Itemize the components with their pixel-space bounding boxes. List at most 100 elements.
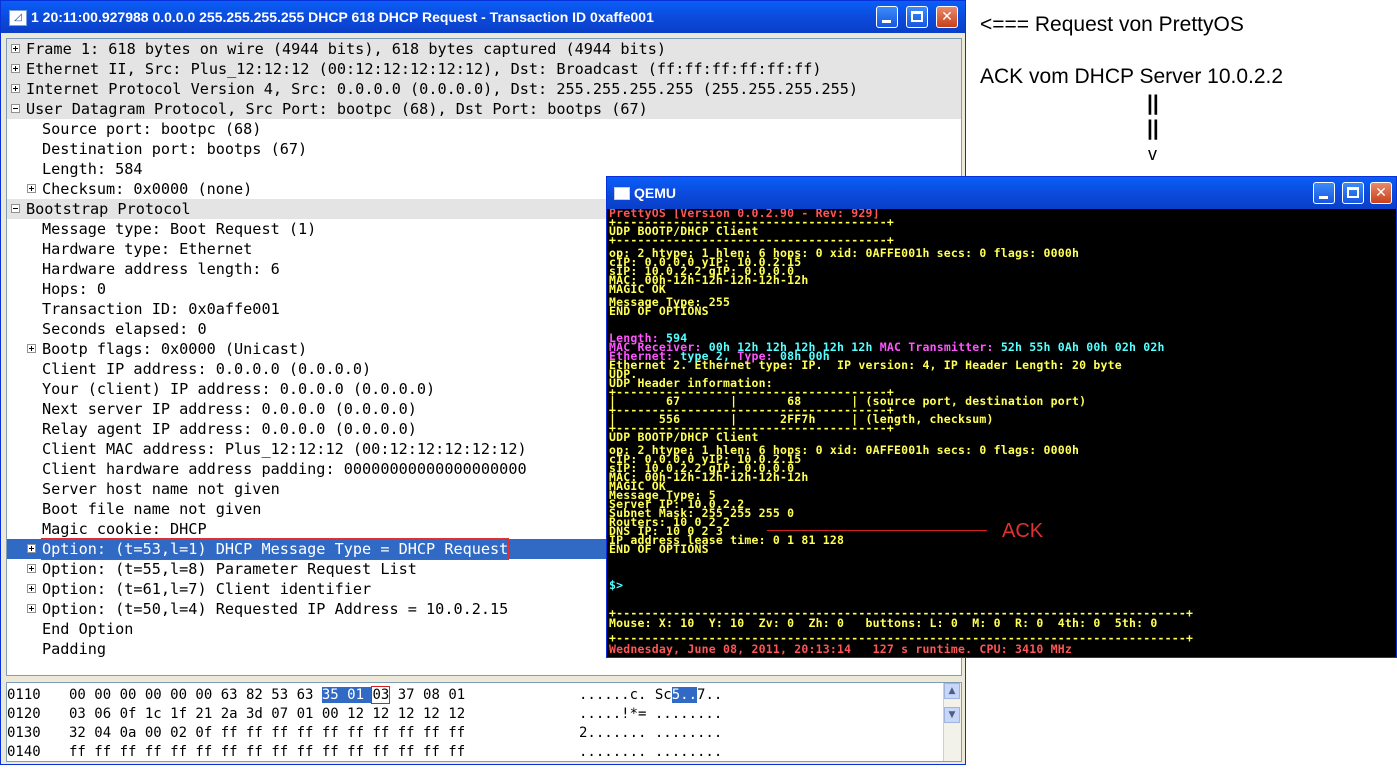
tree-row-label: Hops: 0 (42, 280, 107, 298)
hex-ascii-ascii_pre: ......c. Sc (579, 687, 672, 703)
tree-row-label: End Option (42, 620, 134, 638)
scroll-down-icon[interactable]: ▼ (944, 707, 960, 723)
console-text: MAC Transmitter: (879, 340, 1001, 354)
expand-plus-icon[interactable] (27, 544, 36, 553)
console-text: Message Type: 255 (609, 295, 731, 309)
qemu-titlebar[interactable]: QEMU ✕ (607, 177, 1396, 209)
tree-row-label: Frame 1: 618 bytes on wire (4944 bits), … (26, 40, 667, 58)
console-text: op: 2 htype: 1 hlen: 6 hops: 0 xid: 0AFF… (609, 443, 1080, 457)
hex-offset: 0130 (7, 725, 41, 741)
collapse-minus-icon[interactable] (11, 104, 20, 113)
collapse-minus-icon[interactable] (11, 204, 20, 213)
qemu-window: QEMU ✕ Wednesday, June 08, 2011, 20:13:1… (606, 176, 1397, 658)
tree-row-label: Bootp flags: 0x0000 (Unicast) (42, 340, 308, 358)
console-text: Length: (609, 331, 666, 345)
tree-row-label: Padding (42, 640, 107, 658)
console-text: +---------------------------------------… (609, 606, 1194, 620)
hex-bytes-hl: 35 01 (321, 687, 373, 703)
hex-bytes-boxed: 03 (371, 686, 391, 704)
close-icon: ✕ (1375, 185, 1387, 201)
packet-bytes-pane[interactable]: ▲ ▼ 0110 00 00 00 00 00 00 63 82 53 63 35… (6, 682, 962, 762)
tree-row[interactable]: Ethernet II, Src: Plus_12:12:12 (00:12:1… (7, 59, 961, 79)
tree-row-label: Client IP address: 0.0.0.0 (0.0.0.0) (42, 360, 372, 378)
tree-row-label: Boot file name not given (42, 500, 262, 518)
maximize-icon (911, 11, 923, 22)
qemu-app-icon (614, 187, 630, 200)
hex-offset: 0120 (7, 706, 41, 722)
arrow-head: v (1148, 144, 1157, 164)
ack-annotation: ACK vom DHCP Server 10.0.2.2 (980, 65, 1284, 88)
console-text: $> (609, 578, 624, 592)
expand-plus-icon[interactable] (27, 344, 36, 353)
hex-bytes-pre: ff ff ff ff ff ff ff ff ff ff ff ff ff f… (69, 744, 466, 760)
console-text: 594 (666, 331, 688, 345)
wireshark-window-title: 1 20:11:00.927988 0.0.0.0 255.255.255.25… (31, 9, 654, 25)
tree-row-label: Bootstrap Protocol (26, 200, 191, 218)
expand-plus-icon[interactable] (11, 84, 20, 93)
hex-bytes-pre: 00 00 00 00 00 00 63 82 53 63 (69, 687, 322, 703)
hex-bytes-pre: 03 06 0f 1c 1f 21 2a 3d 07 01 00 12 12 1… (69, 706, 466, 722)
tree-row[interactable]: Frame 1: 618 bytes on wire (4944 bits), … (7, 39, 961, 59)
tree-row-label: Destination port: bootps (67) (42, 140, 308, 158)
tree-row-label: Relay agent IP address: 0.0.0.0 (0.0.0.0… (42, 420, 417, 438)
tree-row[interactable]: Source port: bootpc (68) (7, 119, 961, 139)
tree-row-label: Checksum: 0x0000 (none) (42, 180, 253, 198)
hex-offset: 0110 (7, 687, 41, 703)
console-line: PrettyOS [Version 0.0.2.90 - Rev: 929] (609, 209, 880, 219)
tree-row-label: Hardware type: Ethernet (42, 240, 253, 258)
hex-bytes: 32 04 0a 00 02 0f ff ff ff ff ff ff ff f… (69, 724, 465, 743)
hex-bytes: 00 00 00 00 00 00 63 82 53 63 35 01 03 3… (69, 686, 465, 705)
minimize-icon (1319, 196, 1328, 199)
tree-row-label: Message type: Boot Request (1) (42, 220, 317, 238)
scroll-up-icon[interactable]: ▲ (944, 683, 960, 699)
minimize-icon (882, 20, 891, 23)
close-button[interactable]: ✕ (936, 6, 958, 28)
tree-row-label: Option: (t=50,l=4) Requested IP Address … (42, 600, 509, 618)
minimize-button[interactable] (876, 6, 898, 28)
hex-bytes-post: 37 08 01 (389, 687, 466, 703)
ack-pointer-line (767, 530, 987, 531)
tree-row-label: Internet Protocol Version 4, Src: 0.0.0.… (26, 80, 859, 98)
tree-row-label: Length: 584 (42, 160, 143, 178)
tree-row[interactable]: Destination port: bootps (67) (7, 139, 961, 159)
hex-vertical-scrollbar[interactable]: ▲ ▼ (943, 683, 961, 761)
hex-bytes-pre: 32 04 0a 00 02 0f ff ff ff ff ff ff ff f… (69, 725, 466, 741)
qemu-close-button[interactable]: ✕ (1370, 182, 1392, 204)
expand-plus-icon[interactable] (27, 604, 36, 613)
wireshark-titlebar[interactable]: ◿ 1 20:11:00.927988 0.0.0.0 255.255.255.… (1, 1, 965, 33)
tree-row-label: Server host name not given (42, 480, 280, 498)
tree-row-label: Source port: bootpc (68) (42, 120, 262, 138)
hex-ascii: ......c. Sc5..7.. (579, 686, 722, 705)
request-annotation: <=== Request von PrettyOS (980, 13, 1244, 36)
tree-row-label: Ethernet II, Src: Plus_12:12:12 (00:12:1… (26, 60, 822, 78)
console-line: op: 2 htype: 1 hlen: 6 hops: 0 xid: 0AFF… (609, 443, 1080, 457)
qemu-maximize-button[interactable] (1342, 182, 1364, 204)
hex-bytes: 03 06 0f 1c 1f 21 2a 3d 07 01 00 12 12 1… (69, 705, 465, 724)
tree-row-label: Option: (t=61,l=7) Client identifier (42, 580, 372, 598)
console-line: Mouse: X: 10 Y: 10 Zv: 0 Zh: 0 buttons: … (609, 617, 1158, 629)
tree-row-label: Client MAC address: Plus_12:12:12 (00:12… (42, 440, 527, 458)
console-text: op: 2 htype: 1 hlen: 6 hops: 0 xid: 0AFF… (609, 246, 1080, 260)
expand-plus-icon[interactable] (27, 584, 36, 593)
console-line: Wednesday, June 08, 2011, 20:13:14 127 s… (609, 643, 1072, 655)
expand-plus-icon[interactable] (11, 44, 20, 53)
hex-ascii-ascii_pre: .....!*= ........ (579, 706, 723, 722)
tree-row-label: Hardware address length: 6 (42, 260, 280, 278)
tree-row-label: Option: (t=55,l=8) Parameter Request Lis… (42, 560, 417, 578)
hex-bytes: ff ff ff ff ff ff ff ff ff ff ff ff ff f… (69, 743, 466, 761)
qemu-window-title: QEMU (634, 185, 676, 201)
hex-ascii: 2....... ........ (579, 724, 722, 743)
qemu-minimize-button[interactable] (1313, 182, 1335, 204)
expand-plus-icon[interactable] (27, 564, 36, 573)
tree-row[interactable]: Internet Protocol Version 4, Src: 0.0.0.… (7, 79, 961, 99)
qemu-console-screen[interactable]: Wednesday, June 08, 2011, 20:13:14 127 s… (609, 209, 1396, 657)
maximize-button[interactable] (906, 6, 928, 28)
expand-plus-icon[interactable] (27, 184, 36, 193)
expand-plus-icon[interactable] (11, 64, 20, 73)
tree-row-label: Option: (t=53,l=1) DHCP Message Type = D… (40, 538, 510, 560)
console-text: +---------------------------------------… (609, 631, 1194, 645)
wireshark-app-icon: ◿ (9, 10, 27, 26)
tree-row[interactable]: User Datagram Protocol, Src Port: bootpc… (7, 99, 961, 119)
tree-row-label: Client hardware address padding: 0000000… (42, 460, 527, 478)
console-line: +---------------------------------------… (609, 606, 1194, 620)
